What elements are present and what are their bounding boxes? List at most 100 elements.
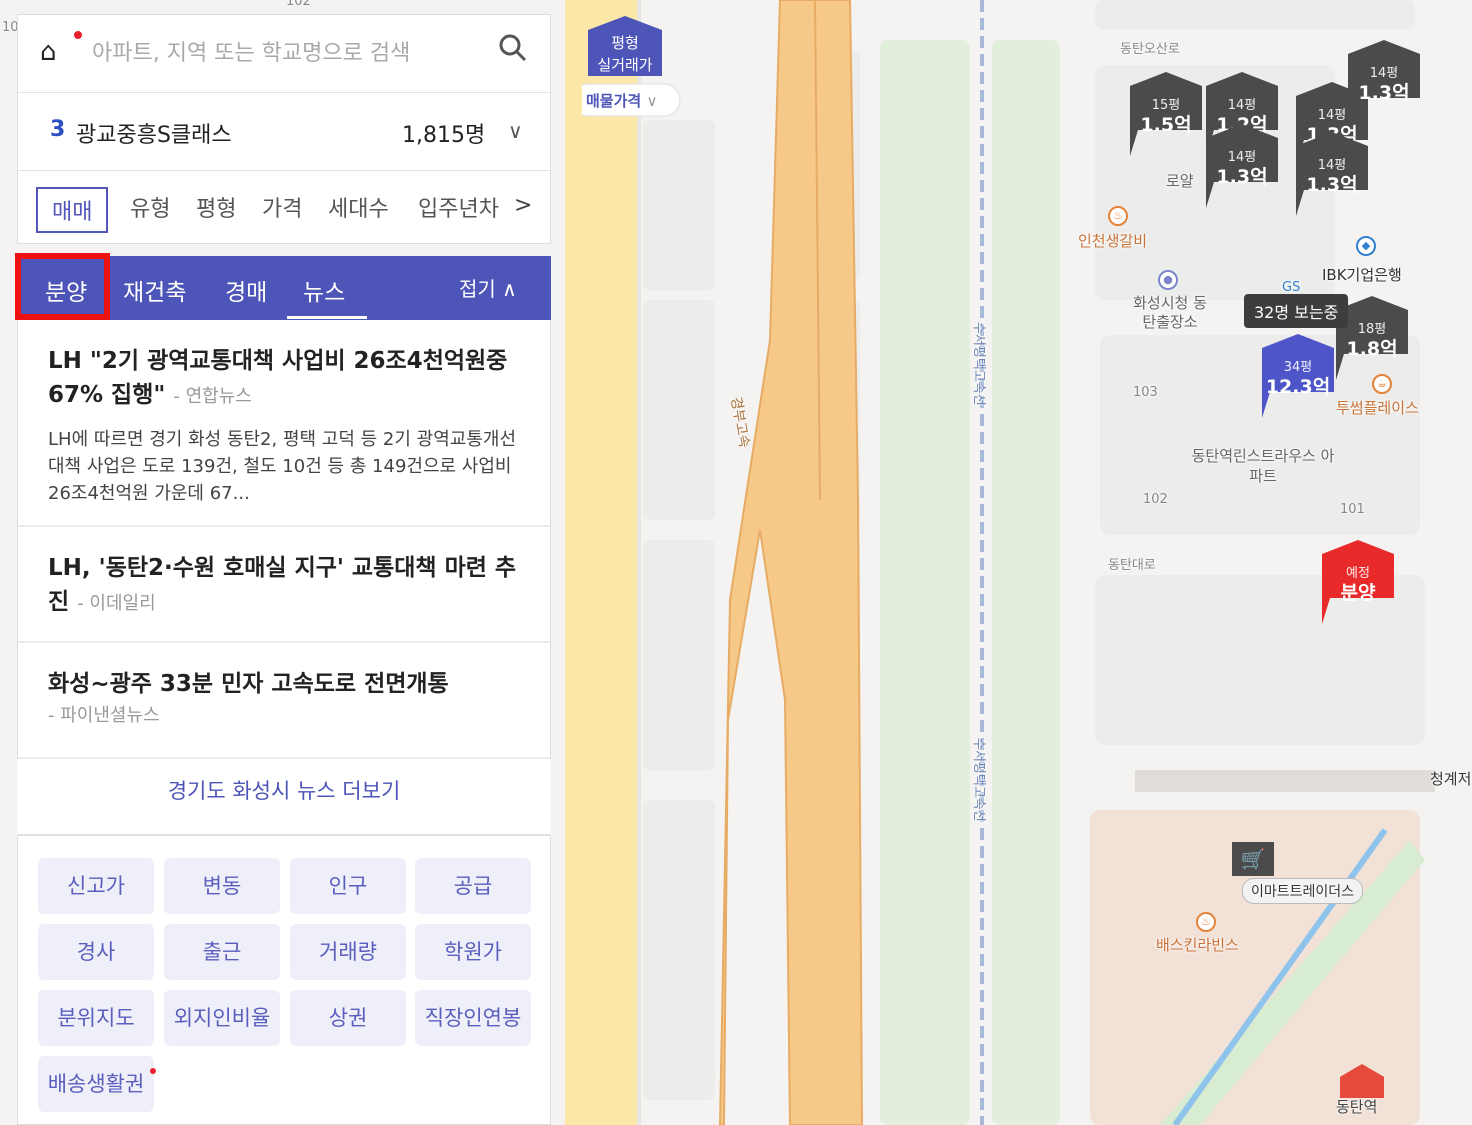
price-marker-0[interactable]: 15평 1.5억: [1130, 72, 1202, 158]
rail-label-2: 수서평택고속선: [971, 738, 986, 822]
news-tab-bar: 분양 재건축 경매 뉴스 접기 ∧: [15, 253, 551, 320]
marker-price: 1.3억: [1358, 82, 1410, 104]
poi-label-bank: IBK기업은행: [1322, 266, 1402, 284]
fold-label: 접기: [459, 277, 496, 301]
news-item[interactable]: 화성~광주 33분 민자 고속도로 전면개통 - 파이낸셜뉴스: [18, 643, 550, 759]
filter-bar: 매매 유형 평형 가격 세대수 입주년차 >: [18, 171, 550, 243]
filter-year[interactable]: 입주년차: [418, 191, 508, 223]
region-ranking-row[interactable]: 3 광교중흥S클래스 1,815명 ∨: [18, 93, 550, 171]
fold-button[interactable]: 접기 ∧: [459, 273, 517, 302]
region-count: 1,815명: [402, 123, 486, 148]
region-rank: 3: [50, 117, 66, 142]
left-panel: ⌂ 3 광교중흥S클래스 1,815명 ∨ 매매 유형 평형 가격 세대수 입주…: [15, 14, 551, 1125]
marker-price: 분양: [1340, 582, 1376, 604]
btn-commute[interactable]: 출근: [164, 924, 280, 980]
road-left: [565, 0, 637, 1125]
station-label: 동탄역: [1336, 1098, 1378, 1116]
price-dropdown[interactable]: 매물가격 ∨: [586, 90, 676, 111]
chevron-up-icon: ∧: [502, 277, 517, 301]
new-badge-dot: [150, 1068, 156, 1074]
tab-rebuild[interactable]: 재건축: [123, 273, 186, 307]
news-source: - 파이낸셜뉴스: [48, 705, 160, 726]
marker-price: 1.5억: [1140, 114, 1192, 136]
tab-news[interactable]: 뉴스: [303, 273, 345, 307]
notification-dot: [74, 31, 82, 39]
road-label-dongtan: 동탄대로: [1108, 558, 1156, 573]
btn-supply[interactable]: 공급: [415, 858, 531, 914]
price-marker-2[interactable]: 14평 1.3억: [1206, 124, 1278, 210]
poi-label-office: 화성시청 동탄출장소: [1133, 294, 1207, 331]
news-title: 화성~광주 33분 민자 고속도로 전면개통: [48, 671, 449, 697]
btn-record-high[interactable]: 신고가: [38, 858, 154, 914]
apt-label: 동탄역린스트라우스 아파트: [1191, 447, 1335, 485]
search-bar: ⌂: [18, 15, 550, 93]
chevron-right-icon[interactable]: >: [514, 193, 532, 218]
office-icon[interactable]: ●: [1158, 270, 1178, 290]
price-marker-5[interactable]: 14평 1.3억: [1348, 40, 1420, 126]
btn-percentile-map[interactable]: 분위지도: [38, 990, 154, 1046]
road-label-top: 동탄오산로: [1120, 42, 1180, 57]
filter-type[interactable]: 유형: [130, 191, 170, 223]
restaurant-icon[interactable]: ♨: [1108, 206, 1128, 226]
btn-delivery-label: 배송생활권: [47, 1072, 145, 1096]
presale-marker[interactable]: 예정 분양: [1322, 540, 1394, 626]
btn-slope[interactable]: 경사: [38, 924, 154, 980]
filter-area[interactable]: 평형: [196, 191, 236, 223]
rail-label: 수서평택고속선: [971, 322, 986, 406]
quick-button-grid: 신고가 변동 인구 공급 경사 출근 거래량 학원가 분위지도 외지인비율 상권…: [17, 835, 551, 1125]
filter-households[interactable]: 세대수: [328, 191, 389, 223]
btn-change[interactable]: 변동: [164, 858, 280, 914]
map-price-type-control[interactable]: 평형 실거래가 매물가격 ∨: [571, 16, 682, 118]
building-103: 103: [1133, 385, 1158, 400]
more-news-link[interactable]: 경기도 화성시 뉴스 더보기: [17, 759, 551, 835]
active-tab-underline: [287, 316, 367, 319]
btn-salary[interactable]: 직장인연봉: [415, 990, 531, 1046]
news-source: - 연합뉴스: [173, 386, 252, 407]
btn-volume[interactable]: 거래량: [290, 924, 406, 980]
news-title: LH "2기 광역교통대책 사업비 26조4천억원중 67% 집행": [48, 348, 508, 408]
news-summary: LH에 따르면 경기 화성 동탄2, 평택 고덕 등 2기 광역교통개선대책 사…: [48, 429, 517, 504]
poi-label-twosome: 투썸플레이스: [1336, 399, 1419, 417]
map-header-line2: 실거래가: [597, 56, 653, 74]
poi-label-store: 이마트트레이더스: [1242, 878, 1364, 904]
marker-price: 1.8억: [1346, 338, 1398, 360]
price-marker-selected[interactable]: 34평 12.3억: [1262, 334, 1334, 420]
tab-auction[interactable]: 경매: [225, 273, 267, 307]
park-strip-right: [992, 40, 1060, 1125]
news-item[interactable]: LH "2기 광역교통대책 사업비 26조4천억원중 67% 집행" - 연합뉴…: [18, 320, 550, 527]
dessert-icon[interactable]: ♨: [1196, 912, 1216, 932]
search-icon[interactable]: [498, 33, 528, 63]
bank-icon[interactable]: ◆: [1356, 236, 1376, 256]
search-card: ⌂ 3 광교중흥S클래스 1,815명 ∨ 매매 유형 평형 가격 세대수 입주…: [17, 14, 551, 244]
filter-price[interactable]: 가격: [262, 191, 302, 223]
btn-academy[interactable]: 학원가: [415, 924, 531, 980]
news-item[interactable]: LH, '동탄2·수원 호매실 지구' 교통대책 마련 추진 - 이데일리: [18, 527, 550, 643]
price-marker-4[interactable]: 14평 1.3억: [1296, 132, 1368, 218]
btn-delivery[interactable]: 배송생활권: [38, 1056, 156, 1112]
poi-label-baskin: 배스킨라빈스: [1156, 936, 1239, 954]
filter-sale[interactable]: 매매: [36, 187, 109, 233]
cheonggye-label: 청계저: [1430, 770, 1472, 788]
btn-commercial[interactable]: 상권: [290, 990, 406, 1046]
btn-outsider-ratio[interactable]: 외지인비율: [164, 990, 280, 1046]
region-name: 광교중흥S클래스: [76, 123, 232, 148]
price-dropdown-label: 매물가격: [586, 92, 642, 110]
poi-label-restaurant: 인천생갈비: [1078, 232, 1148, 250]
royal-label: 로얄: [1166, 172, 1194, 190]
marker-price: 1.3억: [1306, 174, 1358, 196]
map-header-line1: 평형: [611, 34, 639, 52]
news-source: - 이데일리: [77, 593, 156, 614]
search-input[interactable]: [92, 35, 452, 71]
cart-icon[interactable]: 🛒: [1232, 842, 1274, 876]
btn-population[interactable]: 인구: [290, 858, 406, 914]
chevron-down-icon[interactable]: ∨: [508, 119, 523, 143]
park-strip-left: [880, 40, 970, 1125]
marker-price: 1.3억: [1216, 166, 1268, 188]
home-icon[interactable]: ⌂: [40, 37, 57, 67]
top-number-label: 102: [286, 0, 311, 9]
chevron-down-icon: ∨: [646, 92, 658, 110]
viewers-bubble: 32명 보는중: [1244, 294, 1349, 328]
gs-label: GS: [1282, 280, 1301, 295]
marker-price: 12.3억: [1265, 376, 1331, 398]
building-102: 102: [1143, 492, 1168, 507]
